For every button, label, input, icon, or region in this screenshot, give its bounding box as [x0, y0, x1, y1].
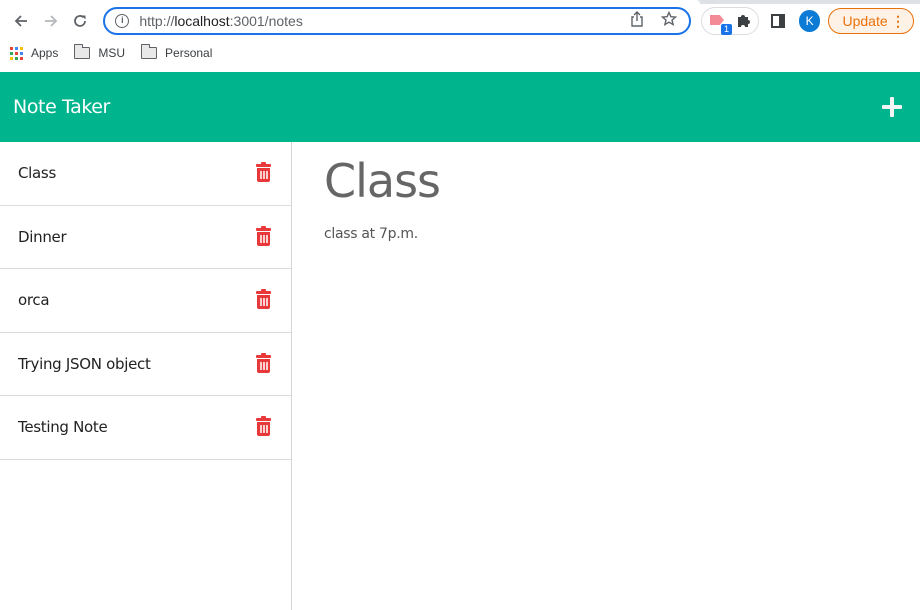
- bookmark-star-icon[interactable]: [659, 10, 679, 31]
- extension-badge: 1: [720, 24, 732, 35]
- note-list-item[interactable]: Trying JSON object: [0, 333, 291, 396]
- back-arrow-icon: [14, 15, 27, 27]
- note-list-item[interactable]: orca: [0, 269, 291, 333]
- trash-icon[interactable]: [256, 416, 271, 437]
- note-item-title: Testing Note: [18, 418, 108, 437]
- note-item-title: Dinner: [18, 227, 67, 246]
- app-header: Note Taker: [0, 72, 920, 142]
- note-item-title: orca: [18, 291, 50, 310]
- note-item-title: Trying JSON object: [18, 354, 151, 373]
- url-path: :3001/notes: [229, 13, 303, 29]
- back-button[interactable]: [6, 6, 36, 36]
- side-panel-icon[interactable]: [770, 14, 785, 28]
- reload-button[interactable]: [66, 6, 96, 36]
- share-icon[interactable]: [627, 11, 647, 31]
- forward-button[interactable]: [36, 6, 66, 36]
- apps-grid-icon: [10, 46, 23, 60]
- update-label: Update: [842, 13, 888, 29]
- tab-strip: [0, 0, 920, 4]
- site-info-icon[interactable]: i: [115, 14, 130, 28]
- trash-icon[interactable]: [256, 162, 271, 183]
- url-host: localhost: [174, 13, 230, 29]
- note-list-item[interactable]: Dinner: [0, 206, 291, 269]
- bookmark-personal[interactable]: Personal: [141, 44, 213, 60]
- note-title[interactable]: Class: [324, 154, 920, 208]
- note-list-item[interactable]: Testing Note: [0, 396, 291, 460]
- browser-toolbar: i http://localhost:3001/notes 1 K Update…: [0, 4, 920, 38]
- bookmark-apps[interactable]: Apps: [10, 46, 58, 60]
- kebab-menu-icon: ⋮: [891, 12, 906, 29]
- bookmarks-bar: Apps MSU Personal: [0, 38, 920, 68]
- trash-icon[interactable]: [256, 225, 271, 246]
- note-text[interactable]: class at 7p.m.: [324, 226, 920, 242]
- url-text[interactable]: http://localhost:3001/notes: [139, 13, 615, 29]
- add-note-icon[interactable]: [882, 97, 902, 117]
- notes-list: Class Dinner orca Trying JSON object Tes…: [0, 142, 292, 610]
- update-button[interactable]: Update ⋮: [828, 8, 915, 34]
- note-list-item[interactable]: Class: [0, 142, 291, 206]
- note-view: Class class at 7p.m.: [293, 142, 920, 610]
- trash-icon[interactable]: [256, 289, 271, 310]
- forward-arrow-icon: [44, 15, 57, 27]
- extensions-group: 1: [701, 7, 759, 35]
- app-title[interactable]: Note Taker: [13, 96, 110, 118]
- bookmark-label: MSU: [98, 46, 126, 60]
- reload-icon: [74, 15, 87, 27]
- folder-icon: [74, 44, 91, 59]
- bookmark-label: Apps: [31, 46, 59, 60]
- profile-avatar[interactable]: K: [798, 10, 821, 32]
- bookmark-label: Personal: [165, 46, 213, 60]
- trash-icon[interactable]: [256, 352, 271, 373]
- bookmark-msu[interactable]: MSU: [74, 44, 126, 60]
- note-item-title: Class: [18, 164, 56, 183]
- extension-icon[interactable]: 1: [709, 13, 732, 35]
- folder-icon: [141, 44, 158, 59]
- puzzle-icon[interactable]: [736, 13, 750, 30]
- url-scheme: http://: [139, 13, 175, 29]
- address-bar[interactable]: i http://localhost:3001/notes: [103, 7, 692, 35]
